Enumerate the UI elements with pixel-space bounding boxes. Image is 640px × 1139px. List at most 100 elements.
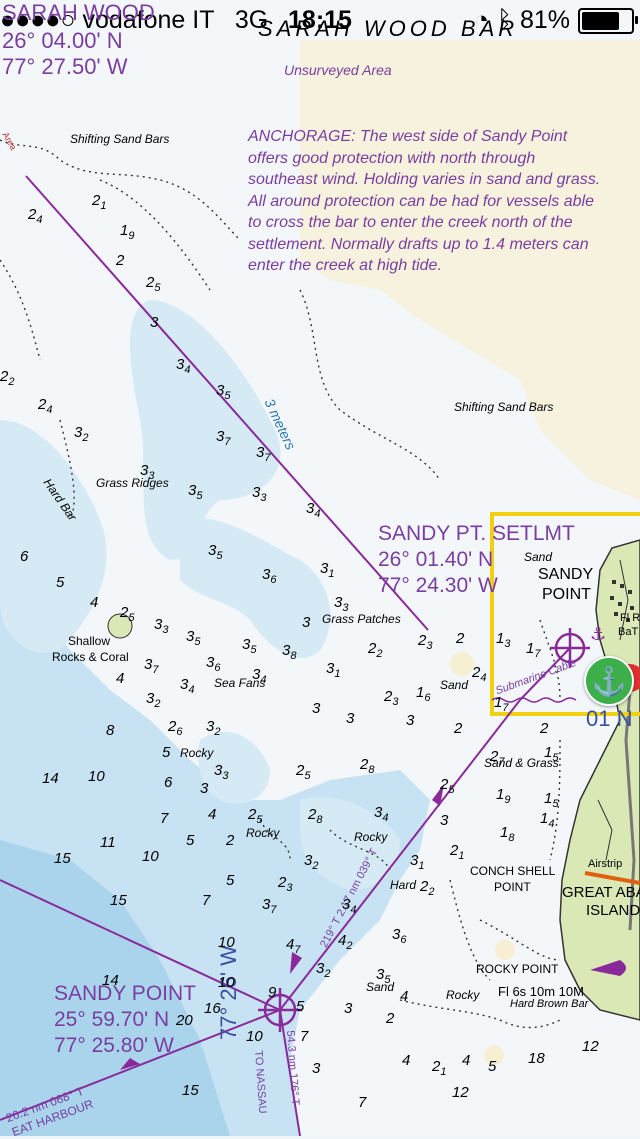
depth-sounding: 7 [300, 1028, 308, 1045]
depth-sounding: 23 [418, 632, 432, 652]
sounding-decimal: 5 [384, 974, 391, 986]
sandy-point-place-2: POINT [542, 586, 591, 603]
depth-sounding: 32 [146, 690, 160, 710]
sounding-value: 10 [88, 768, 105, 785]
depth-sounding: 25 [146, 274, 160, 294]
sounding-value: 3 [200, 780, 209, 797]
sounding-decimal: 5 [304, 770, 311, 782]
shifting-sand-bars-label: Shifting Sand Bars [70, 132, 170, 146]
depth-sounding: 3 [150, 314, 158, 331]
sounding-value: 7 [300, 1028, 309, 1045]
sounding-decimal: 3 [342, 602, 349, 614]
depth-sounding: 33 [334, 594, 348, 614]
depth-sounding: 34 [180, 676, 194, 696]
depth-sounding: 22 [368, 640, 382, 660]
depth-sounding: 3 [312, 700, 320, 717]
depth-sounding: 6 [20, 548, 28, 565]
depth-sounding: 12 [582, 1038, 599, 1055]
grass-patches-label: Grass Patches [322, 612, 401, 626]
depth-sounding: 3 [312, 1060, 320, 1077]
sounding-decimal: 1 [458, 850, 465, 862]
sounding-value: 4 [90, 594, 99, 611]
sounding-value: 7 [202, 892, 211, 909]
rocky-label-2: Rocky [246, 826, 280, 840]
depth-sounding: 7 [160, 810, 168, 827]
depth-sounding: 37 [256, 444, 270, 464]
unsurveyed-area-label: Unsurveyed Area [284, 62, 392, 78]
sounding-decimal: 2 [346, 940, 353, 952]
sounding-decimal: 5 [256, 814, 263, 826]
sounding-decimal: 3 [392, 696, 399, 708]
depth-sounding: 14 [102, 972, 119, 989]
sounding-value: 10 [246, 1028, 263, 1045]
depth-sounding: 25 [440, 776, 454, 796]
depth-sounding: 18 [500, 824, 514, 844]
depth-sounding: 4 [402, 1052, 410, 1069]
depth-sounding: 19 [496, 786, 510, 806]
sounding-decimal: 6 [400, 934, 407, 946]
sounding-value: 20 [176, 1012, 193, 1029]
sarah-wood-lat: 26° 04.00' N [2, 28, 123, 53]
depth-sounding: 2 [540, 720, 548, 737]
sounding-decimal: 6 [176, 726, 183, 738]
depth-sounding: 15 [110, 892, 127, 909]
depth-sounding: 16 [416, 684, 430, 704]
sounding-value: 6 [164, 774, 173, 791]
sounding-decimal: 3 [426, 640, 433, 652]
sarah-wood-lon: 77° 27.50' W [2, 54, 128, 79]
depth-sounding: 5 [162, 744, 170, 761]
sand-label-1: Sand [440, 678, 469, 692]
sandy-point-waypoint-name[interactable]: SANDY POINT [54, 982, 196, 1006]
depth-sounding: 4 [462, 1052, 470, 1069]
sounding-decimal: 4 [350, 904, 357, 916]
depth-sounding: 24 [472, 664, 486, 684]
depth-sounding: 35 [208, 542, 222, 562]
settlement-waypoint-name[interactable]: SANDY PT. SETLMT [378, 522, 575, 546]
depth-sounding: 38 [282, 642, 296, 662]
depth-sounding: 37 [216, 428, 230, 448]
sounding-decimal: 8 [290, 650, 297, 662]
depth-sounding: 28 [308, 806, 322, 826]
sounding-decimal: 2 [376, 648, 383, 660]
sounding-value: 14 [102, 972, 119, 989]
sounding-value: 5 [226, 872, 235, 889]
depth-sounding: 31 [326, 660, 340, 680]
depth-sounding: 18 [528, 1050, 545, 1067]
settlement-waypoint-lat: 26° 01.40' N [378, 548, 494, 571]
anchorage-button[interactable]: ⚓ [584, 656, 634, 706]
depth-sounding: 2 [116, 252, 124, 269]
rocky-label-4: Rocky [446, 988, 480, 1002]
sounding-decimal: 3 [148, 470, 155, 482]
sounding-decimal: 6 [270, 574, 277, 586]
sounding-value: 5 [488, 1058, 497, 1075]
depth-sounding: 7 [358, 1094, 366, 1111]
depth-sounding: 21 [432, 1058, 446, 1078]
depth-sounding: 24 [28, 206, 42, 226]
depth-sounding: 25 [248, 806, 262, 826]
battery-percent: 81% [519, 6, 570, 34]
depth-sounding: 12 [452, 1084, 469, 1101]
sounding-decimal: 4 [480, 672, 487, 684]
sounding-decimal: 5 [128, 612, 135, 624]
sounding-decimal: 1 [328, 568, 335, 580]
sounding-decimal: 1 [440, 1066, 447, 1078]
depth-sounding: 3 [406, 712, 414, 729]
depth-sounding: 23 [384, 688, 398, 708]
sounding-decimal: 7 [502, 702, 509, 714]
sounding-value: 3 [312, 700, 321, 717]
depth-sounding: 22 [0, 368, 14, 388]
sounding-value: 15 [182, 1082, 199, 1099]
sounding-value: 7 [160, 810, 169, 827]
sounding-decimal: 3 [162, 624, 169, 636]
sounding-value: 4 [462, 1052, 471, 1069]
sounding-decimal: 7 [152, 664, 159, 676]
sounding-decimal: 5 [448, 784, 455, 796]
sounding-value: 4 [402, 1052, 411, 1069]
sandy-point-waypoint-lon: 77° 25.80' W [54, 1034, 174, 1057]
depth-sounding: 22 [420, 878, 434, 898]
sounding-decimal: 2 [428, 886, 435, 898]
depth-sounding: 42 [338, 932, 352, 952]
sounding-value: 7 [358, 1094, 367, 1111]
sounding-decimal: 3 [260, 492, 267, 504]
sounding-value: 3 [406, 712, 415, 729]
